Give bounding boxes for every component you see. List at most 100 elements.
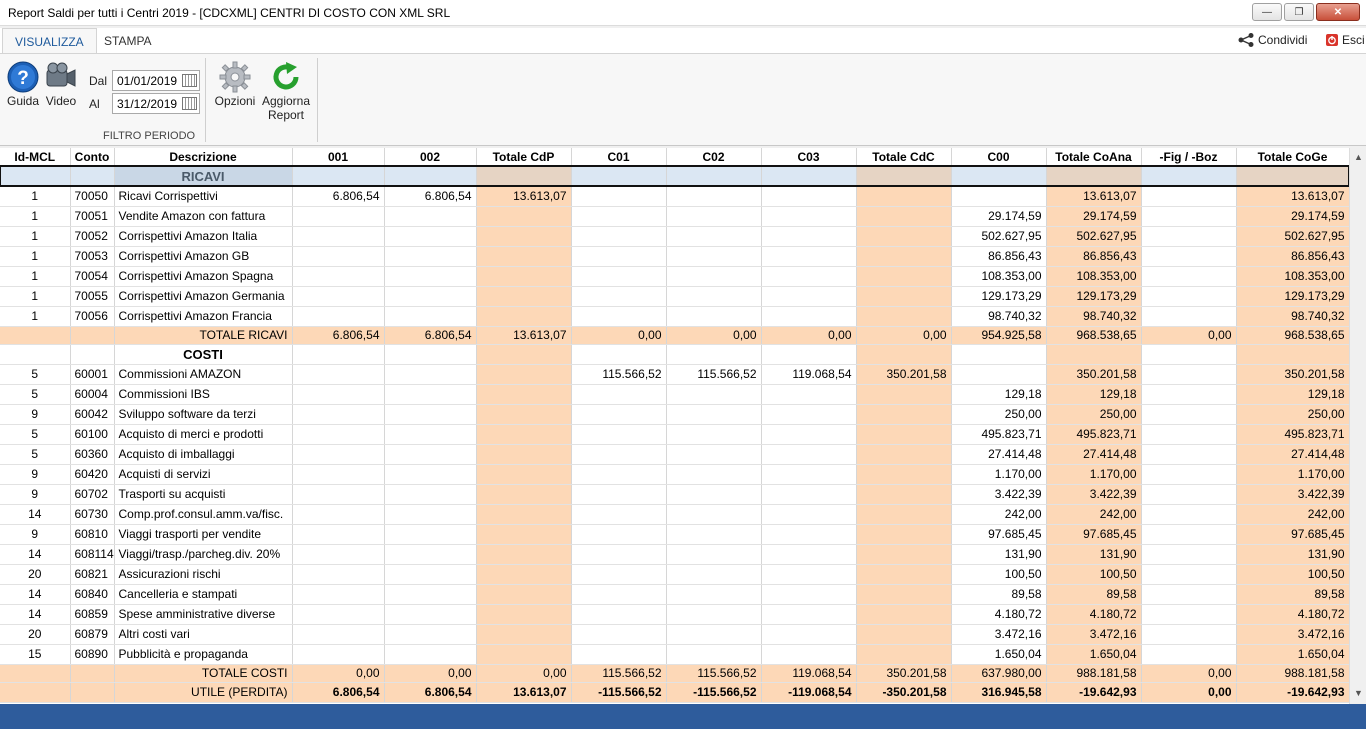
calendar-icon[interactable] [182, 97, 197, 110]
total-row[interactable]: TOTALE RICAVI 6.806,54 6.806,54 13.613,07 0,… [0, 326, 1349, 345]
share-button[interactable]: Condividi [1238, 33, 1307, 47]
table-cell: 115.566,52 [571, 364, 667, 385]
calendar-icon[interactable] [182, 74, 197, 87]
table-row[interactable]: 1 70055 Corrispettivi Amazon Germania 129.1… [0, 286, 1349, 307]
tab-bar: VISUALIZZA STAMPA Condividi Esci [0, 28, 1366, 53]
scroll-down-arrow[interactable]: ▼ [1354, 688, 1363, 698]
total-cell: -115.566,52 [571, 682, 667, 703]
column-header[interactable]: C03 [761, 148, 857, 167]
table-cell [856, 266, 952, 287]
table-cell: 6.806,54 [384, 186, 477, 207]
column-header[interactable]: C01 [571, 148, 667, 167]
guida-button[interactable]: ? Guida [5, 60, 41, 108]
column-header[interactable]: C02 [666, 148, 762, 167]
table-cell: 89,58 [951, 584, 1047, 605]
column-header[interactable]: Totale CoGe [1236, 148, 1349, 167]
table-cell: 60890 [70, 644, 115, 665]
table-cell [476, 286, 572, 307]
exit-label: Esci [1342, 33, 1365, 47]
minimize-button[interactable]: — [1252, 3, 1282, 21]
table-row[interactable]: 9 60420 Acquisti di servizi 1.170,00 1.170,0… [0, 464, 1349, 485]
table-cell [571, 206, 667, 227]
table-cell: 1.170,00 [1046, 464, 1142, 485]
column-header[interactable]: Totale CdP [476, 148, 572, 167]
column-header[interactable]: Conto [70, 148, 115, 167]
table-row[interactable]: 9 60810 Viaggi trasporti per vendite 97.685… [0, 524, 1349, 545]
total-cell: -19.642,93 [1046, 682, 1142, 703]
column-header[interactable]: Totale CdC [856, 148, 952, 167]
table-cell [384, 604, 477, 625]
table-cell [761, 464, 857, 485]
table-cell [384, 644, 477, 665]
date-to-field[interactable]: 31/12/2019 [112, 93, 200, 114]
table-row[interactable]: 9 60702 Trasporti su acquisti 3.422,39 3.422… [0, 484, 1349, 505]
tab-visualizza[interactable]: VISUALIZZA [2, 28, 97, 53]
table-row[interactable]: 5 60001 Commissioni AMAZON 115.566,52 115.56… [0, 364, 1349, 385]
table-row[interactable]: 5 60360 Acquisto di imballaggi 27.414,48 27.… [0, 444, 1349, 465]
table-row[interactable]: 20 60821 Assicurazioni rischi 100,50 100,50 1… [0, 564, 1349, 585]
table-row[interactable]: 1 70053 Corrispettivi Amazon GB 86.856,43 86… [0, 246, 1349, 267]
table-cell [666, 266, 762, 287]
total-cell: -119.068,54 [761, 682, 857, 703]
table-row[interactable]: 14 60730 Comp.prof.consul.amm.va/fisc. 242,… [0, 504, 1349, 525]
table-cell: Trasporti su acquisti [114, 484, 293, 505]
utile-row[interactable]: UTILE (PERDITA) 6.806,54 6.806,54 13.613,07… [0, 682, 1349, 703]
table-cell [384, 424, 477, 445]
column-header[interactable]: 002 [384, 148, 477, 167]
tab-stampa[interactable]: STAMPA [92, 28, 164, 53]
section-row-ricavi[interactable]: RICAVI [0, 165, 1349, 187]
table-cell [571, 286, 667, 307]
report-table: Id-MCL Conto Descrizione 001 002 Totale CdP C0… [0, 148, 1349, 703]
table-cell [856, 524, 952, 545]
video-button[interactable]: Video [44, 60, 78, 108]
table-cell: 1 [0, 306, 71, 327]
table-cell: 29.174,59 [951, 206, 1047, 227]
table-cell: 98.740,32 [951, 306, 1047, 327]
table-row[interactable]: 1 70056 Corrispettivi Amazon Francia 98.740… [0, 306, 1349, 327]
table-cell: 60859 [70, 604, 115, 625]
report-grid[interactable]: Id-MCL Conto Descrizione 001 002 Totale CdP C0… [0, 148, 1349, 704]
aggiorna-report-button[interactable]: Aggiorna Report [259, 60, 313, 122]
table-row[interactable]: 9 60042 Sviluppo software da terzi 250,00 25… [0, 404, 1349, 425]
table-cell: 60810 [70, 524, 115, 545]
table-cell [1141, 186, 1237, 207]
scroll-up-arrow[interactable]: ▲ [1354, 152, 1363, 162]
table-row[interactable]: 1 70051 Vendite Amazon con fattura 29.174,5… [0, 206, 1349, 227]
table-row[interactable]: 14 60859 Spese amministrative diverse 4.180… [0, 604, 1349, 625]
table-cell: 242,00 [1236, 504, 1349, 525]
column-header[interactable]: Totale CoAna [1046, 148, 1142, 167]
column-header[interactable]: -Fig / -Boz [1141, 148, 1237, 167]
total-cell: 6.806,54 [292, 682, 385, 703]
exit-button[interactable]: Esci [1326, 33, 1365, 47]
table-row[interactable]: 14 608114 Viaggi/trasp./parcheg.div. 20% 13… [0, 544, 1349, 565]
column-header[interactable]: C00 [951, 148, 1047, 167]
table-cell [292, 286, 385, 307]
table-cell: 129.173,29 [1236, 286, 1349, 307]
table-cell [761, 226, 857, 247]
table-cell [761, 524, 857, 545]
vertical-scrollbar[interactable]: ▲ ▼ [1349, 148, 1366, 704]
table-cell: 502.627,95 [951, 226, 1047, 247]
table-cell [666, 246, 762, 267]
table-cell: 60360 [70, 444, 115, 465]
table-row[interactable]: 1 70050 Ricavi Corrispettivi 6.806,54 6.806,… [0, 186, 1349, 207]
table-row[interactable]: 5 60004 Commissioni IBS 129,18 129,18 129,18 [0, 384, 1349, 405]
maximize-button[interactable]: ❐ [1284, 3, 1314, 21]
column-header[interactable]: 001 [292, 148, 385, 167]
total-row[interactable]: TOTALE COSTI 0,00 0,00 0,00 115.566,52 115.56… [0, 664, 1349, 683]
table-row[interactable]: 14 60840 Cancelleria e stampati 89,58 89,58 8… [0, 584, 1349, 605]
table-row[interactable]: 1 70052 Corrispettivi Amazon Italia 502.627… [0, 226, 1349, 247]
table-cell [571, 246, 667, 267]
opzioni-label: Opzioni [214, 94, 256, 108]
table-row[interactable]: 20 60879 Altri costi vari 3.472,16 3.472,16 3… [0, 624, 1349, 645]
table-row[interactable]: 1 70054 Corrispettivi Amazon Spagna 108.353… [0, 266, 1349, 287]
table-row[interactable]: 5 60100 Acquisto di merci e prodotti 495.82… [0, 424, 1349, 445]
close-button[interactable]: ✕ [1316, 3, 1360, 21]
table-row[interactable]: 15 60890 Pubblicità e propaganda 1.650,04 1.… [0, 644, 1349, 665]
table-cell [856, 644, 952, 665]
column-header[interactable]: Id-MCL [0, 148, 71, 167]
section-row-costi[interactable]: COSTI [0, 344, 1349, 365]
opzioni-button[interactable]: Opzioni [212, 60, 258, 108]
column-header[interactable]: Descrizione [114, 148, 293, 167]
date-from-field[interactable]: 01/01/2019 [112, 70, 200, 91]
